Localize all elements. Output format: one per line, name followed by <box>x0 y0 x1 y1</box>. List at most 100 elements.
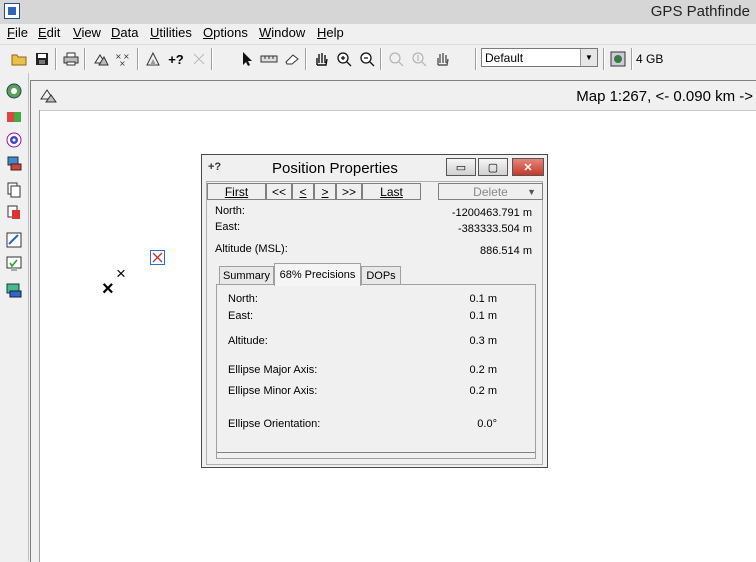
menu-utilities[interactable]: Utilities <box>150 25 192 40</box>
ellipse-major-label: Ellipse Major Axis: <box>228 364 318 376</box>
menu-options[interactable]: Options <box>203 25 248 40</box>
ellipse-major-value: 0.2 m <box>469 364 497 376</box>
toolbar-separator <box>603 48 605 70</box>
quality-control-icon[interactable] <box>3 229 25 251</box>
zoom-previous-icon <box>385 48 407 70</box>
toolbar-separator <box>380 48 382 70</box>
ellipse-orientation-label: Ellipse Orientation: <box>228 418 321 430</box>
prev-page-button[interactable]: << <box>266 183 292 200</box>
feature-properties-icon[interactable]: × × × <box>113 48 135 70</box>
main-toolbar: × × × +? Default ▼ 4 GB <box>0 44 756 73</box>
menu-file[interactable]: File <box>7 25 28 40</box>
auto-pan-icon[interactable] <box>431 48 453 70</box>
chevron-down-icon[interactable]: ▼ <box>580 49 597 66</box>
device-icon[interactable] <box>3 279 25 301</box>
left-toolbar <box>0 73 29 561</box>
layer-manager-icon[interactable] <box>39 87 57 106</box>
zoom-in-icon[interactable] <box>333 48 355 70</box>
dialog-title: Position Properties <box>272 160 398 177</box>
precisions-panel: North: 0.1 m East: 0.1 m Altitude: 0.3 m… <box>216 284 536 459</box>
last-button[interactable]: Last <box>362 183 421 200</box>
map-header: Map 1:267, <- 0.090 km -> <box>31 81 756 111</box>
print-icon[interactable] <box>60 48 82 70</box>
menu-data[interactable]: Data <box>111 25 138 40</box>
map-scale-readout: Map 1:267, <- 0.090 km -> <box>576 88 753 105</box>
layer-select[interactable]: Default ▼ <box>481 48 598 67</box>
gps-connect-icon[interactable] <box>3 80 25 102</box>
app-title: GPS Pathfinde <box>650 3 750 20</box>
next-page-button[interactable]: >> <box>336 183 362 200</box>
menu-view[interactable]: View <box>73 25 101 40</box>
position-properties-dialog: +? Position Properties ▭ ▢ ✕ First << < … <box>201 154 548 468</box>
precision-north-label: North: <box>228 293 258 305</box>
disabled-measure-icon <box>188 48 210 70</box>
zoom-out-icon[interactable] <box>356 48 378 70</box>
toolbar-separator <box>137 48 139 70</box>
feature-select-icon[interactable] <box>142 48 164 70</box>
close-button[interactable]: ✕ <box>512 158 544 176</box>
map-vertical-ruler <box>31 110 40 562</box>
east-label: East: <box>215 221 241 233</box>
north-value: -1200463.791 m <box>451 207 532 219</box>
position-properties-button[interactable]: +? <box>165 48 187 70</box>
differential-correction-icon[interactable] <box>3 152 25 174</box>
menu-edit[interactable]: Edit <box>38 25 60 40</box>
toolbar-separator <box>84 48 86 70</box>
svg-text:×: × <box>119 59 126 67</box>
copy-icon[interactable] <box>3 179 25 201</box>
ellipse-minor-value: 0.2 m <box>469 385 497 397</box>
position-marker-icon[interactable]: × <box>102 279 114 299</box>
gps-status-icon[interactable] <box>607 48 629 70</box>
save-icon[interactable] <box>31 48 53 70</box>
prev-button[interactable]: < <box>292 183 314 200</box>
ellipse-minor-label: Ellipse Minor Axis: <box>228 385 318 397</box>
title-bar: GPS Pathfinde <box>0 0 756 24</box>
delete-button[interactable]: Delete ▼ <box>438 183 543 200</box>
north-label: North: <box>215 205 245 217</box>
toolbar-separator <box>475 48 477 70</box>
selected-position-icon[interactable] <box>150 250 165 265</box>
maximize-button[interactable]: ▢ <box>478 158 508 176</box>
first-button[interactable]: First <box>207 183 266 200</box>
next-button[interactable]: > <box>314 183 336 200</box>
altitude-value: 886.514 m <box>480 245 532 257</box>
pan-hand-icon[interactable] <box>310 48 332 70</box>
toolbar-separator <box>631 48 633 70</box>
toolbar-separator <box>305 48 307 70</box>
app-icon[interactable] <box>4 3 20 19</box>
select-arrow-icon[interactable] <box>236 48 258 70</box>
menu-bar: File Edit View Data Utilities Options Wi… <box>0 24 756 43</box>
tab-summary[interactable]: Summary <box>219 266 274 285</box>
toolbar-separator <box>211 48 213 70</box>
eraser-icon[interactable] <box>281 48 303 70</box>
layer-select-value: Default <box>485 51 524 65</box>
tab-dops[interactable]: DOPs <box>361 266 401 285</box>
delete-label: Delete <box>473 184 508 199</box>
export-icon[interactable] <box>3 202 25 224</box>
toolbar-separator <box>55 48 57 70</box>
open-folder-icon[interactable] <box>8 48 30 70</box>
tab-68-precisions[interactable]: 68% Precisions <box>274 263 361 286</box>
precision-east-value: 0.1 m <box>469 310 497 322</box>
check-data-icon[interactable] <box>3 253 25 275</box>
menu-help[interactable]: Help <box>317 25 344 40</box>
menu-window[interactable]: Window <box>259 25 305 40</box>
ellipse-orientation-value: 0.0° <box>477 418 497 430</box>
dialog-body: First << < > >> Last Delete ▼ North: -12… <box>206 181 543 465</box>
measure-icon[interactable] <box>258 48 280 70</box>
chevron-down-icon[interactable]: ▼ <box>527 187 536 197</box>
target-icon[interactable] <box>3 129 25 151</box>
position-properties-icon: +? <box>208 161 222 173</box>
layers-icon[interactable] <box>90 48 112 70</box>
altitude-label: Altitude (MSL): <box>215 243 288 255</box>
minimize-button[interactable]: ▭ <box>446 158 476 176</box>
precision-north-value: 0.1 m <box>469 293 497 305</box>
memory-indicator: 4 GB <box>636 52 664 66</box>
precision-altitude-value: 0.3 m <box>469 335 497 347</box>
zoom-extents-icon <box>408 48 430 70</box>
panel-divider <box>217 452 535 459</box>
precision-altitude-label: Altitude: <box>228 335 268 347</box>
data-transfer-icon[interactable] <box>3 106 25 128</box>
position-marker-icon[interactable]: × <box>116 265 126 283</box>
east-value: -383333.504 m <box>458 223 532 235</box>
